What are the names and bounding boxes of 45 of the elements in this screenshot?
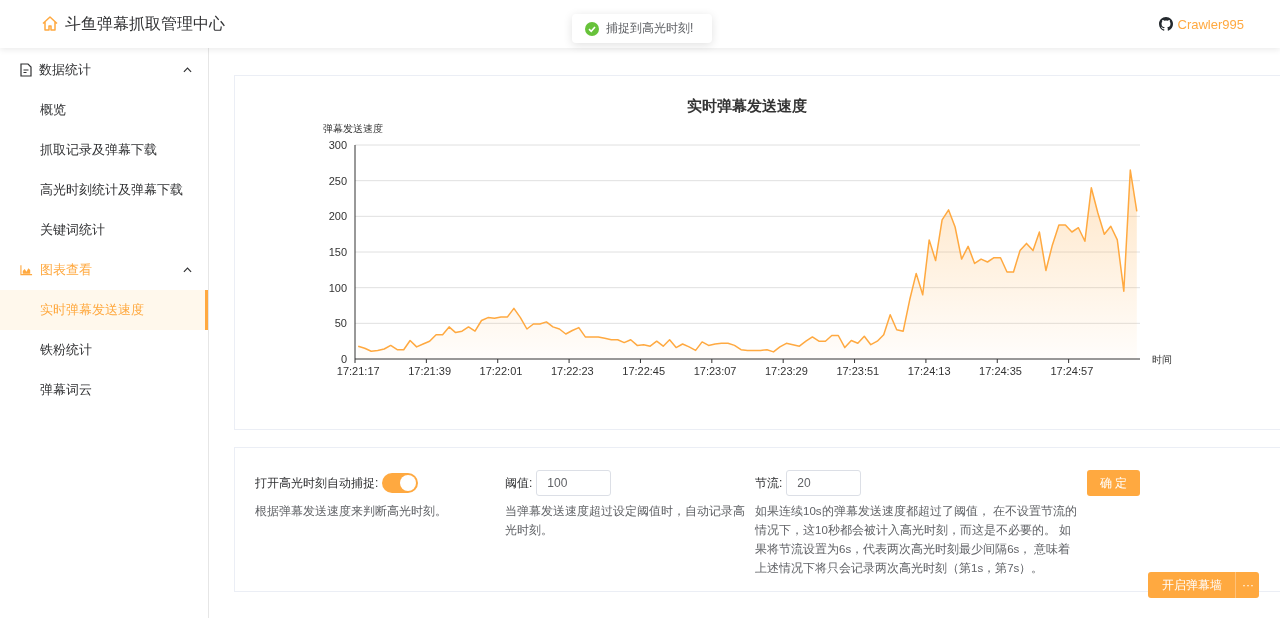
x-tick-label: 17:22:23 bbox=[550, 365, 594, 377]
threshold-input[interactable]: 100 bbox=[536, 470, 612, 496]
y-tick-label: 300 bbox=[328, 139, 347, 151]
document-icon bbox=[20, 63, 32, 77]
caret-icon bbox=[183, 67, 192, 73]
auto-capture-label: 打开高光时刻自动捕捉: bbox=[255, 474, 379, 492]
github-icon bbox=[1158, 17, 1173, 31]
x-tick-label: 17:23:07 bbox=[693, 365, 737, 377]
y-tick-label: 150 bbox=[328, 246, 347, 258]
y-axis-label: 弹幕发送速度 bbox=[323, 123, 383, 134]
threshold-description: 当弹幕发送速度超过设定阈值时，自动记录高光时刻。 bbox=[505, 504, 745, 538]
throttle-input[interactable]: 20 bbox=[786, 470, 862, 496]
menu-group[interactable]: 数据统计 bbox=[0, 50, 208, 90]
menu-item[interactable]: 关键词统计 bbox=[0, 210, 208, 250]
toast-text: 捕捉到高光时刻! bbox=[606, 20, 694, 37]
x-tick-label: 17:22:45 bbox=[622, 365, 666, 377]
chart-icon bbox=[20, 264, 33, 276]
chart-title: 实时弹幕发送速度 bbox=[687, 97, 807, 114]
auto-capture-description: 根据弹幕发送速度来判断高光时刻。 bbox=[255, 504, 448, 519]
y-tick-label: 100 bbox=[328, 281, 347, 294]
y-tick-label: 50 bbox=[334, 317, 347, 330]
threshold-label: 阈值: bbox=[505, 474, 533, 492]
x-tick-label: 17:21:39 bbox=[408, 365, 451, 377]
menu-item[interactable]: 概览 bbox=[0, 90, 208, 130]
app-title: 斗鱼弹幕抓取管理中心 bbox=[65, 13, 225, 34]
x-tick-label: 17:24:13 bbox=[907, 365, 951, 377]
toggle-switch[interactable] bbox=[382, 473, 419, 493]
x-tick-label: 17:24:35 bbox=[979, 365, 1022, 377]
throttle-label: 节流: bbox=[755, 474, 783, 492]
x-tick-label: 17:23:51 bbox=[836, 365, 880, 377]
throttle-description: 如果连续10s的弹幕发送速度都超过了阈值， 在不设置节流的情况下，这10秒都会被计入高光时刻，而这是不必要的。 如果将节流设置为6s，代表两次高光时刻最少间隔6s， 意味着上述情况下将只会记录两次高光时刻（第1s，第7s）。 bbox=[755, 504, 1078, 576]
caret-icon bbox=[183, 267, 192, 273]
x-tick-label: 17:21:17 bbox=[336, 365, 380, 377]
y-tick-label: 0 bbox=[340, 353, 347, 365]
x-tick-label: 17:23:29 bbox=[765, 365, 808, 377]
menu-item[interactable]: 高光时刻统计及弹幕下载 bbox=[0, 170, 208, 210]
menu-item[interactable]: 弹幕词云 bbox=[0, 370, 208, 410]
y-tick-label: 200 bbox=[328, 210, 347, 223]
home-icon[interactable] bbox=[41, 15, 59, 33]
x-axis-label: 时间 bbox=[1152, 354, 1172, 365]
y-tick-label: 250 bbox=[328, 174, 347, 187]
x-tick-label: 17:24:57 bbox=[1050, 365, 1094, 377]
x-tick-label: 17:22:01 bbox=[479, 365, 523, 377]
menu-item[interactable]: 抓取记录及弹幕下载 bbox=[0, 130, 208, 170]
menu-item[interactable]: 铁粉统计 bbox=[0, 330, 208, 370]
